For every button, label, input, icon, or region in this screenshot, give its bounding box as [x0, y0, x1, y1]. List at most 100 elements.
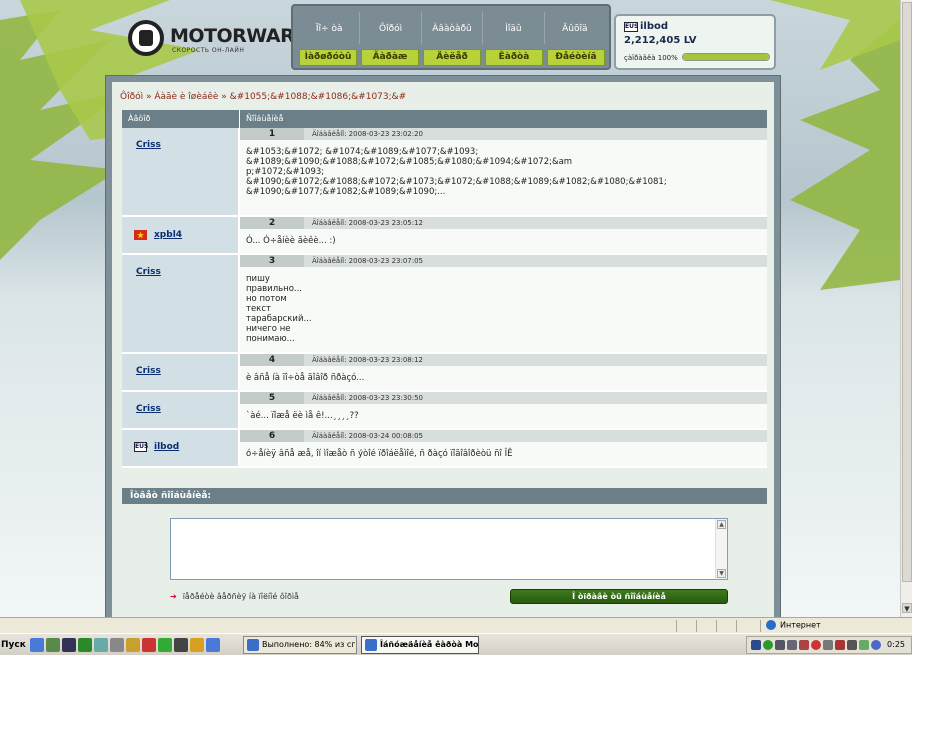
- tray-icon[interactable]: [823, 640, 833, 650]
- post-body: 3 Äîáàâëåíî: 2008-03-23 23:07:05 пишу пр…: [240, 255, 767, 352]
- status-cell: [760, 620, 761, 632]
- scroll-up-icon[interactable]: ▲: [717, 520, 726, 529]
- system-tray: 0:25: [746, 636, 912, 654]
- forum-post: Criss 1 Äîáàâëåíî: 2008-03-23 23:02:20 &…: [122, 128, 767, 217]
- post-meta: 5 Äîáàâëåíî: 2008-03-23 23:30:50: [240, 392, 767, 404]
- post-author-link[interactable]: ilbod: [154, 442, 179, 452]
- tray-icon[interactable]: [871, 640, 881, 650]
- quick-launch-icon[interactable]: [46, 638, 60, 652]
- full-form-link[interactable]: ➔ ïåðåéòè âåðñèÿ íà ïîëíîé ôîðìå: [170, 592, 299, 601]
- post-author-link[interactable]: xpbl4: [154, 230, 182, 240]
- quick-launch-icon[interactable]: [62, 638, 76, 652]
- taskbar-item-browser[interactable]: Îáñóæäåíèå êàðòà Motorwar...: [361, 636, 479, 654]
- forum-thread: Àâòîð Ñîîáùåíèå Criss 1 Äîáàâëåíî: 2008-…: [122, 110, 767, 468]
- logo-slogan: СКОРОСТЬ ОН-ЛАЙН: [172, 47, 245, 54]
- post-body: 2 Äîáàâëåíî: 2008-03-23 23:05:12 Ó... Ó÷…: [240, 217, 767, 253]
- post-author-cell: Criss: [122, 392, 240, 428]
- reply-textarea[interactable]: ▲ ▼: [170, 518, 728, 580]
- globe-icon: [766, 620, 776, 630]
- nav-button-dealer[interactable]: Äèëåð: [423, 49, 481, 66]
- send-reply-button[interactable]: Î òïðàâè òü ñîîáùåíèå: [510, 589, 728, 604]
- forum-post: Criss 4 Äîáàâëåíî: 2008-03-23 23:08:12 è…: [122, 354, 767, 392]
- post-author-link[interactable]: Criss: [136, 140, 161, 150]
- tray-icon[interactable]: [835, 640, 845, 650]
- quick-launch-icon[interactable]: [190, 638, 204, 652]
- post-date: Äîáàâëåíî: 2008-03-23 23:05:12: [312, 219, 424, 227]
- status-cell: [676, 620, 677, 632]
- tray-icon[interactable]: [847, 640, 857, 650]
- nav-button-map[interactable]: Êàðòà: [485, 49, 543, 66]
- post-text: &#1053;&#1072; &#1074;&#1089;&#1077;&#10…: [246, 147, 667, 197]
- tray-icon[interactable]: [799, 640, 809, 650]
- nav-button-garage[interactable]: Ãàðàæ: [361, 49, 419, 66]
- post-date: Äîáàâëåíî: 2008-03-24 00:08:05: [312, 432, 424, 440]
- page-scrollbar[interactable]: ▼: [900, 0, 912, 617]
- quick-launch-icon[interactable]: [110, 638, 124, 652]
- fuel-label: çàïðàâêà 100%: [624, 54, 678, 62]
- post-body: 6 Äîáàâëåíî: 2008-03-24 00:08:05 ó÷åíèÿ …: [240, 430, 767, 466]
- column-author: Àâòîð: [122, 110, 240, 128]
- content-panel: Ôîðóì » Áàãè è îøèáêè » &#1055;&#1088;&#…: [105, 75, 781, 617]
- scroll-down-icon[interactable]: ▼: [902, 603, 912, 613]
- post-number: 3: [240, 255, 304, 267]
- quick-launch-icon[interactable]: [126, 638, 140, 652]
- browser-viewport: MOTORWARS.RU СКОРОСТЬ ОН-ЛАЙН Ïî÷ òà Õîð…: [0, 0, 912, 617]
- tray-icon[interactable]: [751, 640, 761, 650]
- logo-emblem-icon: [128, 20, 164, 56]
- tray-icon[interactable]: [859, 640, 869, 650]
- nav-item-forum[interactable]: Õîðóì: [360, 12, 422, 44]
- quick-launch-icon[interactable]: [78, 638, 92, 652]
- ie-icon: [365, 639, 377, 651]
- post-author-link[interactable]: Criss: [136, 404, 161, 414]
- taskbar-item-download[interactable]: Выполнено: 84% из сга...: [243, 636, 357, 654]
- post-text: è âñå íà ïî÷òå ãîâîð ñðàçó...: [246, 373, 365, 383]
- site-logo[interactable]: MOTORWARS.RU СКОРОСТЬ ОН-ЛАЙН: [128, 20, 344, 60]
- post-text: `àé... ïîæå ëè ìå ê!...¸¸¸¸??: [246, 411, 359, 421]
- tray-icon[interactable]: [811, 640, 821, 650]
- scroll-down-icon[interactable]: ▼: [717, 569, 726, 578]
- post-meta: 2 Äîáàâëåíî: 2008-03-23 23:05:12: [240, 217, 767, 229]
- post-number: 5: [240, 392, 304, 404]
- tray-icon[interactable]: [787, 640, 797, 650]
- security-zone-label: Интернет: [780, 620, 821, 630]
- post-number: 2: [240, 217, 304, 229]
- post-text: ó÷åíèÿ âñå æå, îí ìîæåò ñ ýòîé ïðîáëåìîé…: [246, 449, 513, 459]
- fuel-bar: [682, 53, 770, 61]
- top-navigation: Ïî÷ òà Õîðóì Àâàòàðû Ìîäû Âûõîä Ìàðøðóòû…: [291, 4, 611, 70]
- quick-launch-icon[interactable]: [206, 638, 220, 652]
- page-scrollbar-thumb[interactable]: [902, 2, 912, 582]
- post-date: Äîáàâëåíî: 2008-03-23 23:30:50: [312, 394, 424, 402]
- quick-launch-icon[interactable]: [158, 638, 172, 652]
- tray-icon[interactable]: [763, 640, 773, 650]
- quick-launch-icon[interactable]: [174, 638, 188, 652]
- quick-launch-icon[interactable]: [142, 638, 156, 652]
- post-author-link[interactable]: Criss: [136, 366, 161, 376]
- tray-icon[interactable]: [775, 640, 785, 650]
- post-author-link[interactable]: Criss: [136, 267, 161, 277]
- nav-item-mail[interactable]: Ïî÷ òà: [299, 12, 361, 44]
- reply-title: Îòâåò ñîîáùåíèå:: [122, 488, 767, 504]
- post-body: 1 Äîáàâëåíî: 2008-03-23 23:02:20 &#1053;…: [240, 128, 767, 215]
- nav-item-mods[interactable]: Ìîäû: [483, 12, 545, 44]
- status-cell: [736, 620, 737, 632]
- post-body: 5 Äîáàâëåíî: 2008-03-23 23:30:50 `àé... …: [240, 392, 767, 428]
- user-panel: EUS ilbod 2,212,405 LV çàïðàâêà 100%: [614, 14, 776, 70]
- taskbar-clock[interactable]: 0:25: [887, 640, 905, 649]
- nav-button-rating[interactable]: Ðåéòèíã: [547, 49, 605, 66]
- quick-launch-icon[interactable]: [94, 638, 108, 652]
- tray-icons: [751, 640, 881, 650]
- security-zone: Интернет: [766, 620, 821, 630]
- nav-item-avatars[interactable]: Àâàòàðû: [422, 12, 484, 44]
- nav-button-routes[interactable]: Ìàðøðóòû: [299, 49, 357, 66]
- forum-post: xpbl4 2 Äîáàâëåíî: 2008-03-23 23:05:12 Ó…: [122, 217, 767, 255]
- breadcrumb[interactable]: Ôîðóì » Áàãè è îøèáêè » &#1055;&#1088;&#…: [120, 92, 406, 102]
- user-name[interactable]: ilbod: [640, 21, 668, 32]
- textarea-scrollbar[interactable]: ▲ ▼: [715, 519, 727, 579]
- post-author-cell: xpbl4: [122, 217, 240, 253]
- arrow-right-icon: ➔: [170, 592, 177, 601]
- start-button[interactable]: Пуск: [0, 636, 26, 654]
- post-author-cell: Criss: [122, 354, 240, 390]
- nav-item-exit[interactable]: Âûõîä: [545, 12, 605, 44]
- quick-launch-icon[interactable]: [30, 638, 44, 652]
- windows-taskbar: Пуск Выполнено: 84% из сга... Îáñóæäåíèå…: [0, 633, 912, 655]
